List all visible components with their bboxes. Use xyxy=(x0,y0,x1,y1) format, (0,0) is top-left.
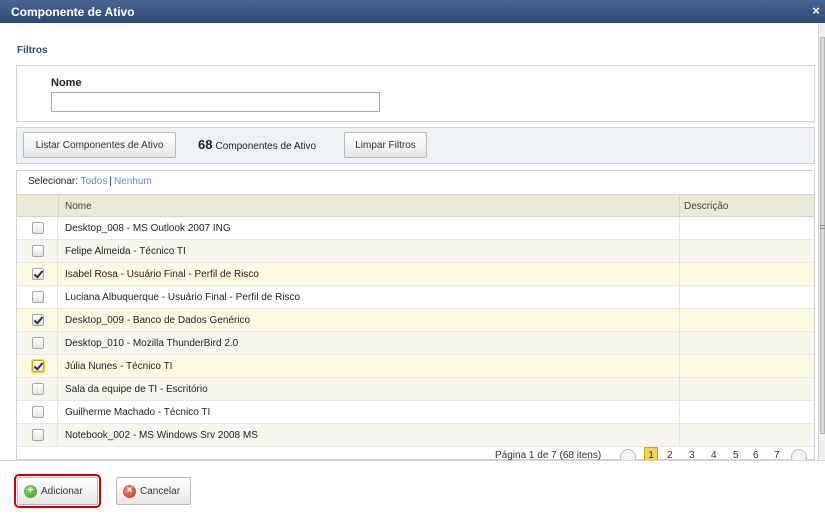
row-description xyxy=(679,286,680,308)
row-checkbox[interactable] xyxy=(32,406,44,418)
row-name: Guilherme Machado - Técnico TI xyxy=(65,407,211,418)
select-bar: Selecionar: Todos | Nenhum xyxy=(28,176,152,187)
row-checkbox-cell xyxy=(17,309,58,331)
row-checkbox-cell xyxy=(17,286,58,308)
pager-page[interactable]: 3 xyxy=(689,450,695,460)
column-divider xyxy=(679,195,680,218)
row-description xyxy=(679,332,680,354)
row-checkbox[interactable] xyxy=(32,429,44,441)
component-count-number: 68 xyxy=(198,137,213,152)
vertical-scrollbar[interactable] xyxy=(818,23,825,460)
pager-page[interactable]: 5 xyxy=(733,450,739,460)
table-row[interactable]: Guilherme Machado - Técnico TI xyxy=(17,401,814,424)
row-name: Desktop_010 - Mozilla ThunderBird 2.0 xyxy=(65,338,239,349)
add-button-label: Adicionar xyxy=(41,485,83,497)
row-checkbox-cell xyxy=(17,424,58,446)
add-button[interactable]: + Adicionar xyxy=(14,474,101,508)
row-name: Desktop_008 - MS Outlook 2007 ING xyxy=(65,223,231,234)
row-description xyxy=(679,401,680,423)
cancel-button-label: Cancelar xyxy=(140,485,181,497)
row-checkbox-cell xyxy=(17,332,58,354)
table-row[interactable]: Felipe Almeida - Técnico TI xyxy=(17,240,814,263)
cancel-icon: × xyxy=(123,484,136,498)
row-checkbox-cell xyxy=(17,355,58,377)
pager-current-page[interactable]: 1 xyxy=(644,447,658,460)
row-checkbox[interactable] xyxy=(32,245,44,257)
pager-page[interactable]: 2 xyxy=(667,450,673,460)
row-name: Isabel Rosa - Usuário Final - Perfil de … xyxy=(65,269,259,280)
row-description xyxy=(679,240,680,262)
dialog-title-bar: Componente de Ativo × xyxy=(0,0,825,23)
table-row[interactable]: Desktop_009 - Banco de Dados Genérico xyxy=(17,309,814,332)
pager-page[interactable]: 7 xyxy=(774,450,780,460)
row-name: Desktop_009 - Banco de Dados Genérico xyxy=(65,315,251,326)
select-none-link[interactable]: Nenhum xyxy=(114,176,152,187)
list-toolbar: Listar Componentes de Ativo 68 Componente… xyxy=(16,127,815,164)
select-all-link[interactable]: Todos xyxy=(81,176,108,187)
select-separator: | xyxy=(109,176,112,187)
row-name: Júlia Nunes - Técnico TI xyxy=(65,361,173,372)
table-row[interactable]: Desktop_010 - Mozilla ThunderBird 2.0 xyxy=(17,332,814,355)
row-checkbox[interactable] xyxy=(32,291,44,303)
row-description xyxy=(679,424,680,446)
next-page-icon[interactable] xyxy=(791,449,807,460)
clear-filters-button[interactable]: Limpar Filtros xyxy=(344,132,427,158)
pager-page[interactable]: 4 xyxy=(711,450,717,460)
dialog-content: Filtros Nome Listar Componentes de Ativo… xyxy=(0,23,818,460)
pager-page[interactable]: 6 xyxy=(753,450,759,460)
add-icon: + xyxy=(24,484,37,498)
grid-header: Nome Descrição xyxy=(17,194,814,218)
row-name: Felipe Almeida - Técnico TI xyxy=(65,246,186,257)
table-row[interactable]: Desktop_008 - MS Outlook 2007 ING xyxy=(17,217,814,240)
filters-panel: Nome xyxy=(16,65,815,122)
row-checkbox[interactable] xyxy=(32,337,44,349)
table-row[interactable]: Sala da equipe de TI - Escritório xyxy=(17,378,814,401)
row-checkbox[interactable] xyxy=(32,360,44,372)
row-name: Sala da equipe de TI - Escritório xyxy=(65,384,208,395)
row-description xyxy=(679,309,680,331)
table-row[interactable]: Júlia Nunes - Técnico TI xyxy=(17,355,814,378)
row-checkbox[interactable] xyxy=(32,314,44,326)
table-row[interactable]: Notebook_002 - MS Windows Srv 2008 MS xyxy=(17,424,814,447)
row-name: Notebook_002 - MS Windows Srv 2008 MS xyxy=(65,430,258,441)
column-header-name[interactable]: Nome xyxy=(65,201,92,212)
row-checkbox-cell xyxy=(17,217,58,239)
table-row[interactable]: Luciana Albuquerque - Usuário Final - Pe… xyxy=(17,286,814,309)
column-divider xyxy=(58,195,59,218)
pager: Página 1 de 7 (68 itens) 1 2 3 4 5 6 7 xyxy=(17,447,814,460)
scrollbar-grip-icon xyxy=(820,225,825,229)
filters-section-label: Filtros xyxy=(17,45,48,56)
row-checkbox-cell xyxy=(17,263,58,285)
scrollbar-thumb[interactable] xyxy=(820,37,825,434)
components-grid: Selecionar: Todos | Nenhum Nome Descrição … xyxy=(16,170,815,460)
row-description xyxy=(679,378,680,400)
row-checkbox-cell xyxy=(17,401,58,423)
row-checkbox-cell xyxy=(17,240,58,262)
row-checkbox[interactable] xyxy=(32,268,44,280)
component-count: 68 Componentes de Ativo xyxy=(198,137,316,152)
row-checkbox[interactable] xyxy=(32,383,44,395)
table-row[interactable]: Isabel Rosa - Usuário Final - Perfil de … xyxy=(17,263,814,286)
select-label: Selecionar: xyxy=(28,176,79,187)
name-filter-input[interactable] xyxy=(51,92,380,112)
row-description xyxy=(679,217,680,239)
row-name: Luciana Albuquerque - Usuário Final - Pe… xyxy=(65,292,301,303)
row-description xyxy=(679,355,680,377)
row-checkbox-cell xyxy=(17,378,58,400)
dialog-title: Componente de Ativo xyxy=(11,4,135,19)
column-header-description[interactable]: Descrição xyxy=(684,201,728,212)
row-description xyxy=(679,263,680,285)
name-filter-label: Nome xyxy=(51,77,82,89)
row-checkbox[interactable] xyxy=(32,222,44,234)
dialog-footer: + Adicionar × Cancelar xyxy=(0,460,825,515)
list-components-button[interactable]: Listar Componentes de Ativo xyxy=(23,132,176,158)
close-icon[interactable]: × xyxy=(809,3,823,18)
cancel-button[interactable]: × Cancelar xyxy=(116,477,191,505)
component-count-label: Componentes de Ativo xyxy=(215,141,317,152)
pager-info: Página 1 de 7 (68 itens) xyxy=(495,450,602,460)
previous-page-icon[interactable] xyxy=(620,449,636,460)
